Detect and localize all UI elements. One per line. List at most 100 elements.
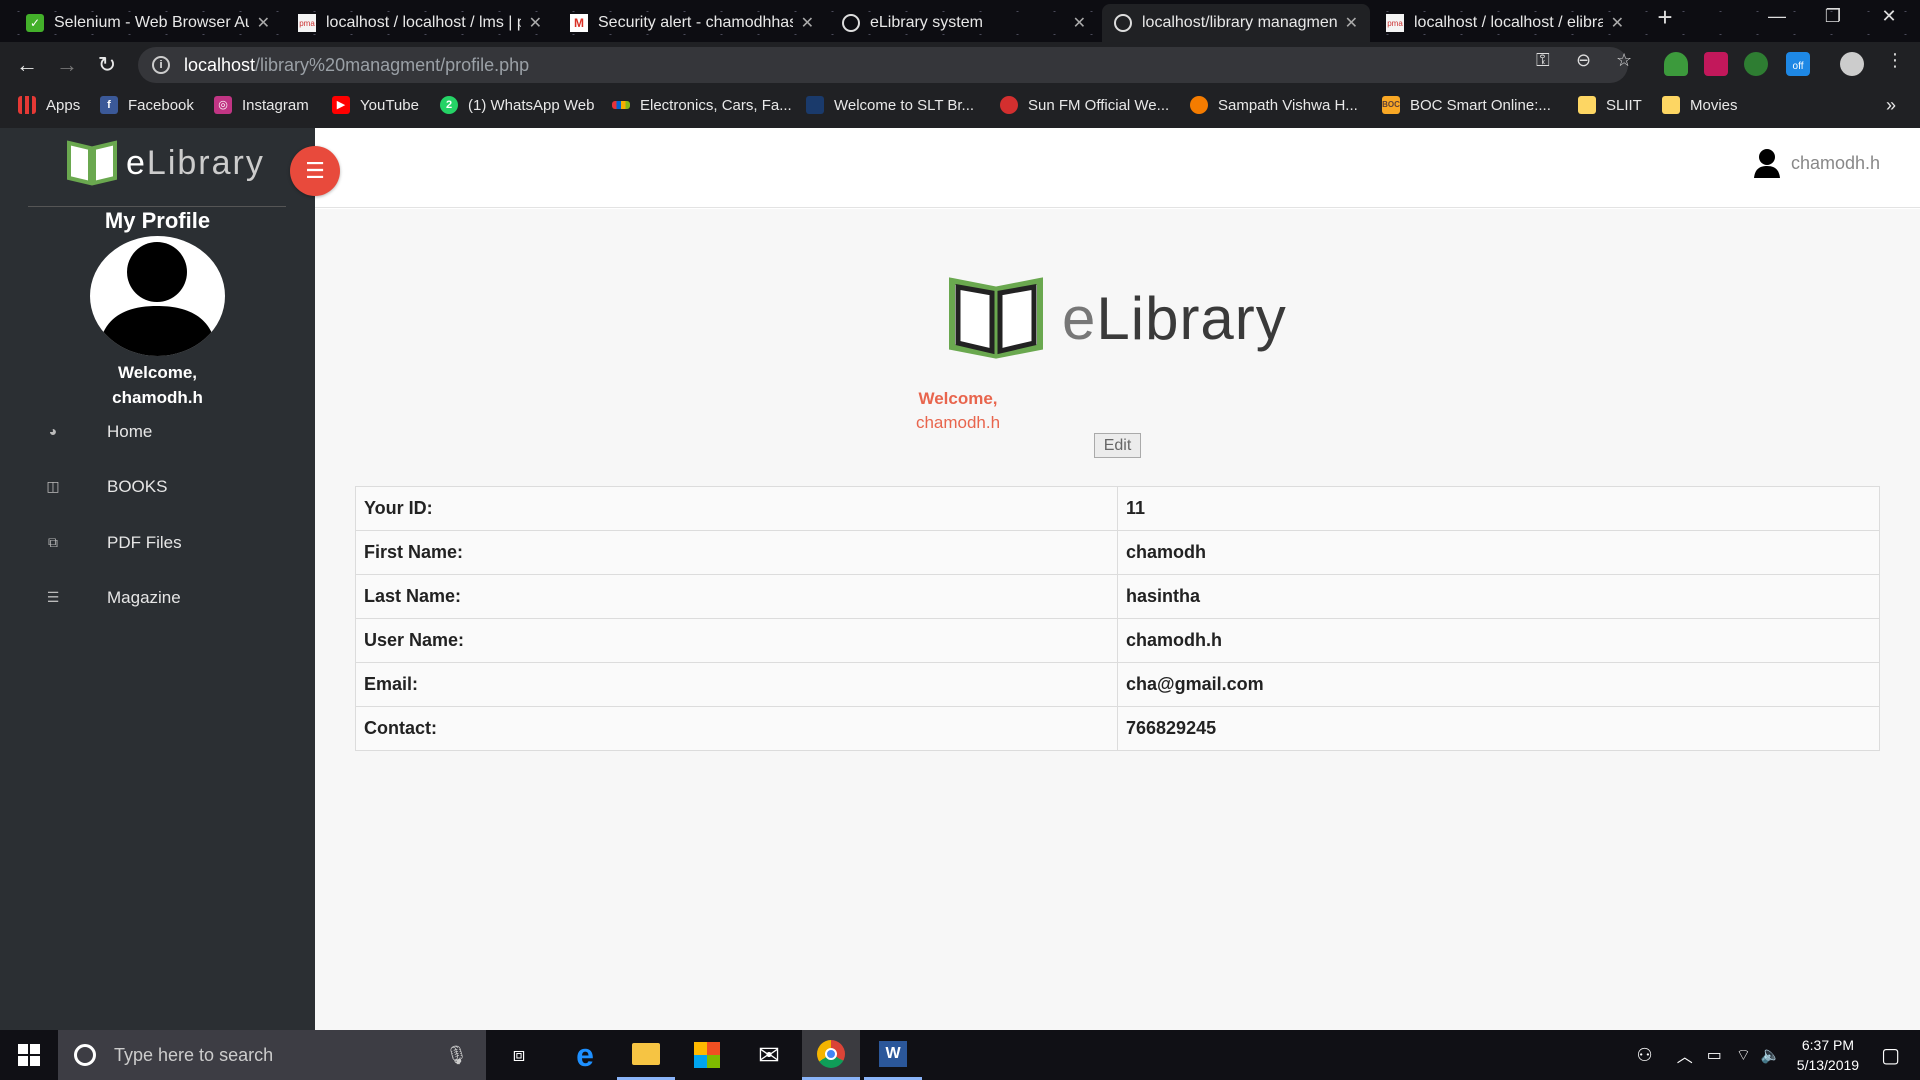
bookmark-youtube[interactable]: ▶ YouTube (332, 88, 419, 122)
kebab-menu-icon[interactable]: ⋮ (1886, 50, 1904, 71)
system-tray: ⚇ ︿ ▭ ⌔ 🔈 6:37 PM 5/13/2019 ▢ (1637, 1030, 1920, 1080)
facebook-icon: f (100, 96, 118, 114)
bookmark-ebay[interactable]: Electronics, Cars, Fa... (612, 88, 792, 122)
folder-icon (632, 1042, 660, 1065)
field-label: User Name: (355, 618, 1118, 663)
task-view-icon: ⧈ (512, 1043, 526, 1066)
edit-profile-button[interactable]: Edit (1094, 433, 1141, 458)
restore-button[interactable]: ❐ (1810, 6, 1856, 27)
slt-icon (806, 96, 824, 114)
profile-table: Your ID: 11 First Name: chamodh Last Nam… (355, 486, 1880, 751)
browser-tab[interactable]: eLibrary system ✕ (830, 4, 1098, 42)
table-row: Contact: 766829245 (355, 706, 1880, 751)
windows-logo-icon (18, 1044, 40, 1066)
sidebar-logo[interactable]: eLibrary (66, 140, 265, 186)
browser-tab[interactable]: ✓ Selenium - Web Browser Aut ✕ (14, 4, 282, 42)
book-logo-icon (67, 140, 117, 186)
wifi-icon[interactable]: ⌔ (1736, 1045, 1751, 1065)
browser-tab[interactable]: pma localhost / localhost / elibrar ✕ (1374, 4, 1636, 42)
new-tab-button[interactable]: + (1642, 2, 1688, 33)
sidebar-item-books[interactable]: ◫ BOOKS (0, 467, 315, 507)
minimize-button[interactable]: — (1754, 6, 1800, 27)
bookmark-whatsapp[interactable]: 2 (1) WhatsApp Web (440, 88, 594, 122)
key-icon[interactable]: ⚿ (1536, 50, 1550, 71)
file-explorer-taskbar-button[interactable] (617, 1030, 675, 1080)
bookmark-sunfm[interactable]: Sun FM Official We... (1000, 88, 1169, 122)
bookmark-boc[interactable]: BOC BOC Smart Online:... (1382, 88, 1551, 122)
sidebar-item-magazine[interactable]: ☰ Magazine (0, 578, 315, 618)
reload-button[interactable]: ↻ (92, 50, 122, 80)
start-button[interactable] (0, 1030, 58, 1080)
table-row: Email: cha@gmail.com (355, 662, 1880, 707)
chevron-up-icon[interactable]: ︿ (1677, 1043, 1693, 1067)
volume-icon[interactable]: 🔈 (1761, 1045, 1781, 1065)
task-view-button[interactable]: ⧈ (490, 1030, 548, 1080)
main-logo: eLibrary (948, 275, 1287, 361)
people-icon[interactable]: ⚇ (1637, 1045, 1653, 1066)
user-menu[interactable]: chamodh.h (1753, 148, 1880, 178)
close-tab-icon[interactable]: ✕ (1345, 13, 1358, 33)
profile-avatar-icon[interactable] (1840, 52, 1864, 76)
bookmark-folder-movies[interactable]: Movies (1662, 88, 1738, 122)
star-icon[interactable]: ☆ (1616, 50, 1632, 71)
ebay-icon (612, 101, 630, 109)
forward-button[interactable]: → (52, 50, 82, 80)
table-row: Last Name: hasintha (355, 574, 1880, 619)
sidebar-item-pdf-files[interactable]: ⧉ PDF Files (0, 523, 315, 563)
mail-taskbar-button[interactable]: ✉ (740, 1030, 798, 1080)
extension-icon[interactable] (1744, 52, 1768, 76)
chrome-icon (817, 1039, 845, 1068)
close-tab-icon[interactable]: ✕ (1611, 13, 1624, 33)
gmail-icon: M (570, 14, 588, 32)
cortana-icon (74, 1044, 96, 1066)
page: eLibrary My Profile Welcome, chamodh.h ◕… (0, 128, 1920, 1030)
close-tab-icon[interactable]: ✕ (257, 13, 270, 33)
browser-tab-active[interactable]: localhost/library managment ✕ (1102, 4, 1370, 42)
url-bar[interactable]: i localhost/library%20managment/profile.… (138, 47, 1628, 83)
vpn-extension-icon[interactable]: off (1786, 52, 1810, 76)
browser-tab[interactable]: M Security alert - chamodhhasi ✕ (558, 4, 826, 42)
magazine-icon: ☰ (46, 589, 60, 605)
battery-icon[interactable]: ▭ (1707, 1045, 1722, 1065)
taskbar-search[interactable]: Type here to search 🎙 (58, 1030, 486, 1080)
notification-icon[interactable]: ▢ (1881, 1043, 1900, 1068)
bookmarks-bar: Apps f Facebook ◎ Instagram ▶ YouTube 2 (1) … (0, 88, 1920, 128)
shield-extension-icon[interactable] (1664, 52, 1688, 76)
zoom-icon[interactable]: ⊖ (1576, 50, 1591, 71)
close-window-button[interactable]: ✕ (1866, 6, 1912, 27)
field-label: First Name: (355, 530, 1118, 575)
extension-icon[interactable] (1704, 52, 1728, 76)
chrome-taskbar-button[interactable] (802, 1030, 860, 1080)
bookmark-instagram[interactable]: ◎ Instagram (214, 88, 309, 122)
info-icon[interactable]: i (152, 56, 170, 74)
clock[interactable]: 6:37 PM 5/13/2019 (1797, 1035, 1859, 1075)
close-tab-icon[interactable]: ✕ (801, 13, 814, 33)
menu-toggle-button[interactable]: ☰ (290, 146, 340, 196)
bookmark-apps[interactable]: Apps (18, 88, 80, 122)
bookmark-folder-sliit[interactable]: SLIIT (1578, 88, 1642, 122)
microphone-icon[interactable]: 🎙 (445, 1045, 468, 1066)
close-tab-icon[interactable]: ✕ (1073, 13, 1086, 33)
more-bookmarks-button[interactable]: » (1886, 88, 1896, 122)
welcome-message: Welcome, chamodh.h (915, 389, 1001, 432)
word-taskbar-button[interactable]: W (864, 1030, 922, 1080)
table-row: User Name: chamodh.h (355, 618, 1880, 663)
bookmark-facebook[interactable]: f Facebook (100, 88, 194, 122)
edge-taskbar-button[interactable]: e (556, 1030, 614, 1080)
back-button[interactable]: ← (12, 50, 42, 80)
close-tab-icon[interactable]: ✕ (529, 13, 542, 33)
dashboard-icon: ◕ (48, 423, 58, 439)
bookmark-sampath[interactable]: Sampath Vishwa H... (1190, 88, 1358, 122)
avatar (90, 236, 225, 356)
field-value: hasintha (1117, 574, 1880, 619)
store-taskbar-button[interactable] (678, 1030, 736, 1080)
sidebar-title: My Profile (104, 208, 211, 233)
word-icon: W (879, 1040, 907, 1067)
field-value: cha@gmail.com (1117, 662, 1880, 707)
table-row: Your ID: 11 (355, 486, 1880, 531)
sidebar-item-home[interactable]: ◕ Home (0, 412, 315, 452)
bookmark-slt[interactable]: Welcome to SLT Br... (806, 88, 974, 122)
user-icon (1753, 149, 1780, 178)
field-value: chamodh.h (1117, 618, 1880, 663)
browser-tab[interactable]: pma localhost / localhost / lms | p ✕ (286, 4, 554, 42)
